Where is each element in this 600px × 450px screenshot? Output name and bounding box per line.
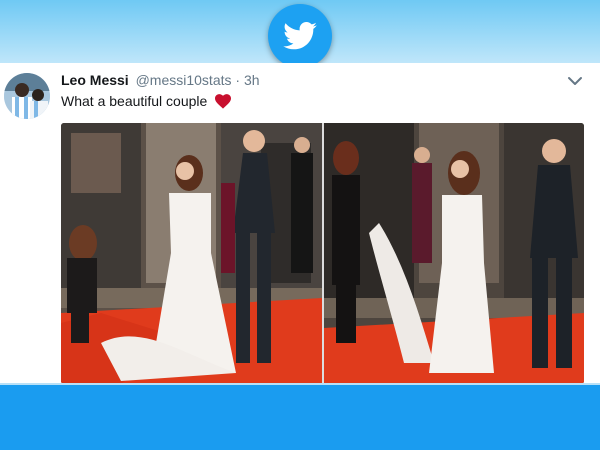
photo-left[interactable] xyxy=(61,123,322,384)
chevron-down-icon[interactable] xyxy=(567,75,583,87)
tweet-header: Leo Messi @messi10stats · 3h xyxy=(61,72,260,88)
tweet-body: What a beautiful couple xyxy=(61,93,208,109)
bottom-banner xyxy=(0,385,600,450)
red-heart-icon xyxy=(215,94,232,109)
media-grid xyxy=(61,123,584,384)
photo-right[interactable] xyxy=(324,123,584,384)
author-handle[interactable]: @messi10stats xyxy=(136,72,232,88)
author-name[interactable]: Leo Messi xyxy=(61,72,129,88)
tweet-timestamp[interactable]: 3h xyxy=(244,72,260,88)
tweet-text: What a beautiful couple xyxy=(61,93,232,109)
tweet-card[interactable]: Leo Messi @messi10stats · 3h What a beau… xyxy=(0,63,600,384)
twitter-bird-icon xyxy=(283,22,317,50)
avatar[interactable] xyxy=(4,73,50,119)
twitter-logo xyxy=(268,4,332,68)
separator-dot: · xyxy=(235,72,241,88)
